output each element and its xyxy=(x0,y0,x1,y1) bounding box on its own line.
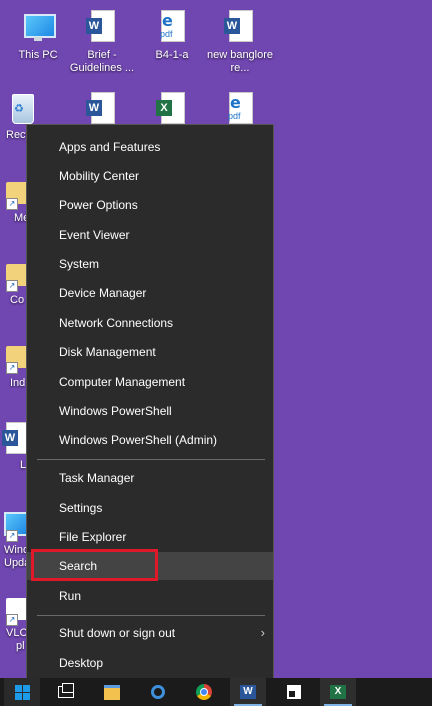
winx-context-menu: Apps and Features Mobility Center Power … xyxy=(26,124,274,684)
menu-item-network-connections[interactable]: Network Connections xyxy=(27,309,273,337)
recycle-bin-icon: ♻ xyxy=(6,92,38,128)
desktop-label-partial: VLC xyxy=(6,627,28,639)
pdf-document-icon: e pdf xyxy=(224,92,256,128)
desktop-label-partial: Ind xyxy=(10,377,26,389)
task-view-button[interactable] xyxy=(48,678,84,706)
taskbar-chrome[interactable] xyxy=(186,678,222,706)
taskbar-excel[interactable]: X xyxy=(320,678,356,706)
internet-explorer-icon xyxy=(151,685,165,699)
word-document-icon: W xyxy=(86,10,118,46)
menu-item-run[interactable]: Run xyxy=(27,582,273,610)
menu-item-computer-management[interactable]: Computer Management xyxy=(27,368,273,396)
task-view-icon xyxy=(58,683,74,698)
menu-item-mobility-center[interactable]: Mobility Center xyxy=(27,162,273,190)
desktop-label-partial: pl xyxy=(16,640,25,652)
desktop-icon-new-banglore[interactable]: W new banglore re... xyxy=(202,10,278,75)
word-icon: W xyxy=(240,685,256,699)
menu-item-desktop[interactable]: Desktop xyxy=(27,649,273,677)
menu-item-windows-powershell-admin[interactable]: Windows PowerShell (Admin) xyxy=(27,426,273,454)
start-button[interactable] xyxy=(4,678,40,706)
chrome-icon xyxy=(196,684,212,700)
taskbar-internet-explorer[interactable] xyxy=(140,678,176,706)
windows-start-icon xyxy=(14,684,30,700)
excel-document-icon: X xyxy=(156,92,188,128)
file-explorer-icon xyxy=(104,684,120,700)
desktop-icon-label: Brief - Guidelines ... xyxy=(69,49,135,74)
desktop-icon-word-doc-2[interactable]: W xyxy=(64,92,140,128)
search-highlight-box xyxy=(31,549,158,581)
this-pc-icon xyxy=(22,10,56,46)
chevron-right-icon: › xyxy=(260,625,265,640)
desktop-icon-excel-doc[interactable]: X xyxy=(134,92,210,128)
menu-item-apps-and-features[interactable]: Apps and Features xyxy=(27,133,273,161)
taskbar-file-explorer[interactable] xyxy=(94,678,130,706)
menu-item-windows-powershell[interactable]: Windows PowerShell xyxy=(27,397,273,425)
pdf-document-icon: e pdf xyxy=(156,10,188,46)
menu-separator xyxy=(37,615,265,616)
excel-icon: X xyxy=(330,685,346,699)
menu-item-power-options[interactable]: Power Options xyxy=(27,191,273,219)
desktop-icon-recycle-bin[interactable]: ♻ xyxy=(2,92,42,128)
desktop-icon-pdf-doc-2[interactable]: e pdf xyxy=(202,92,278,128)
menu-item-shut-down-or-sign-out[interactable]: Shut down or sign out › xyxy=(27,619,273,647)
sticky-notes-icon xyxy=(287,685,301,699)
menu-item-label: Shut down or sign out xyxy=(59,626,176,640)
menu-separator xyxy=(37,459,265,460)
word-document-icon: W xyxy=(224,10,256,46)
taskbar-word[interactable]: W xyxy=(230,678,266,706)
desktop-icon-brief-guidelines[interactable]: W Brief - Guidelines ... xyxy=(64,10,140,75)
menu-item-file-explorer[interactable]: File Explorer xyxy=(27,523,273,551)
menu-item-event-viewer[interactable]: Event Viewer xyxy=(27,221,273,249)
menu-item-device-manager[interactable]: Device Manager xyxy=(27,279,273,307)
taskbar: W X xyxy=(0,678,432,706)
menu-item-settings[interactable]: Settings xyxy=(27,494,273,522)
menu-item-system[interactable]: System xyxy=(27,250,273,278)
desktop-icon-label: new banglore re... xyxy=(206,49,274,74)
menu-item-task-manager[interactable]: Task Manager xyxy=(27,464,273,492)
desktop-label-partial: Co xyxy=(10,294,25,306)
menu-item-disk-management[interactable]: Disk Management xyxy=(27,338,273,366)
desktop-icon-label: B4-1-a xyxy=(155,49,189,61)
desktop-icon-b4-1-a[interactable]: e pdf B4-1-a xyxy=(134,10,210,62)
word-document-icon: W xyxy=(86,92,118,128)
taskbar-sticky-notes[interactable] xyxy=(276,678,312,706)
